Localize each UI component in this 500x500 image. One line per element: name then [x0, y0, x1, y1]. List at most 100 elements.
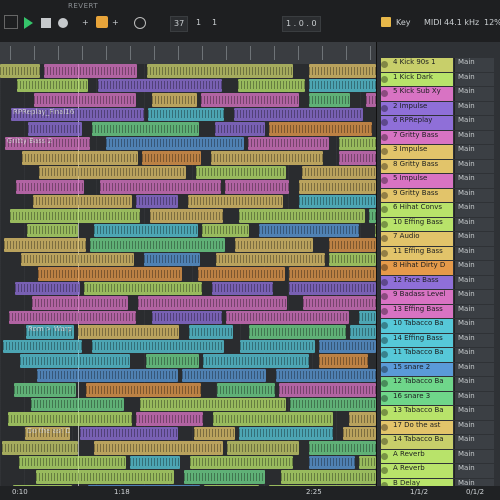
clip[interactable] — [78, 325, 179, 339]
clip[interactable] — [359, 455, 376, 469]
clip[interactable] — [130, 455, 180, 469]
track-activator-icon[interactable] — [381, 394, 388, 402]
track-header[interactable]: 16 snare 3 Main — [377, 391, 500, 405]
track-output-selector[interactable]: Main — [454, 145, 494, 159]
track-lane[interactable]: Gritty Bass 2 — [0, 136, 376, 150]
track-header[interactable]: 13 Effing Bass Main — [377, 304, 500, 318]
track-output-selector[interactable]: Main — [454, 130, 494, 144]
track-activator-icon[interactable] — [381, 75, 388, 83]
track-name[interactable]: 16 snare 3 — [381, 391, 453, 405]
track-header[interactable]: 6 Hihat Convs Main — [377, 203, 500, 217]
track-header[interactable]: 11 Effing Bass Main — [377, 246, 500, 260]
track-output-selector[interactable]: Main — [454, 449, 494, 463]
track-header[interactable]: 4 Kick 90s 1 Main — [377, 58, 500, 72]
clip[interactable] — [80, 426, 178, 440]
track-lane[interactable]: RPReplay_Final16 — [0, 107, 376, 121]
track-header[interactable]: 8 Hihat Dirty D Main — [377, 261, 500, 275]
track-output-selector[interactable]: Main — [454, 246, 494, 260]
track-output-selector[interactable]: Main — [454, 275, 494, 289]
clip[interactable]: Gritty Bass 2 — [5, 136, 90, 150]
clip[interactable] — [217, 383, 275, 397]
clip[interactable] — [142, 151, 201, 165]
track-header[interactable]: 8 Gritty Bass Main — [377, 159, 500, 173]
clip[interactable] — [189, 325, 233, 339]
track-output-selector[interactable]: Main — [454, 58, 494, 72]
track-output-selector[interactable]: Main — [454, 348, 494, 362]
track-name[interactable]: 11 Effing Bass — [381, 246, 453, 260]
track-output-selector[interactable]: Main — [454, 319, 494, 333]
clip[interactable] — [15, 281, 80, 295]
track-header[interactable]: 9 Gritty Bass Main — [377, 188, 500, 202]
track-header[interactable]: 9 Badass Level Main — [377, 290, 500, 304]
track-name[interactable]: 14 Effing Bass — [381, 333, 453, 347]
track-lane[interactable] — [0, 354, 376, 368]
clip[interactable] — [239, 426, 333, 440]
track-header[interactable]: A Reverb Main — [377, 464, 500, 478]
clip[interactable] — [290, 397, 376, 411]
clip[interactable] — [366, 93, 376, 107]
track-activator-icon[interactable] — [381, 380, 388, 387]
clip[interactable] — [302, 165, 376, 179]
track-output-selector[interactable]: Main — [454, 232, 494, 246]
track-lane[interactable]: Do the as! Do the as! Do the as! — [0, 426, 376, 440]
clip[interactable] — [17, 78, 88, 92]
clip[interactable] — [20, 354, 130, 368]
track-activator-icon[interactable] — [381, 322, 388, 329]
track-lane[interactable] — [0, 151, 376, 165]
clip[interactable] — [226, 310, 349, 324]
metronome-icon[interactable] — [134, 17, 146, 29]
track-output-selector[interactable]: Main — [454, 261, 494, 275]
clip[interactable] — [146, 354, 199, 368]
track-activator-icon[interactable] — [381, 148, 388, 155]
clip[interactable] — [36, 470, 174, 484]
clip[interactable] — [2, 441, 78, 455]
track-output-selector[interactable]: Main — [454, 116, 494, 130]
track-output-selector[interactable]: Main — [454, 362, 494, 376]
clip[interactable] — [152, 310, 222, 324]
track-output-selector[interactable]: Main — [454, 101, 494, 115]
clip[interactable] — [259, 223, 359, 237]
clip[interactable] — [319, 339, 376, 353]
track-lane[interactable] — [0, 238, 376, 252]
clip[interactable] — [198, 267, 285, 281]
clip[interactable] — [0, 64, 40, 78]
clip[interactable] — [106, 136, 244, 150]
track-lane[interactable] — [0, 383, 376, 397]
clip[interactable] — [14, 383, 76, 397]
track-activator-icon[interactable] — [381, 452, 388, 460]
track-lane[interactable] — [0, 267, 376, 281]
track-header[interactable]: 12 Face Bass Main — [377, 275, 500, 289]
clip[interactable] — [234, 107, 363, 121]
track-output-selector[interactable]: Main — [454, 188, 494, 202]
track-name[interactable]: 8 Gritty Bass — [381, 159, 453, 173]
track-header[interactable]: 14 Effing Bass Main — [377, 333, 500, 347]
track-activator-icon[interactable] — [381, 235, 388, 242]
track-name[interactable]: 7 Audio — [381, 232, 453, 246]
track-lane[interactable] — [0, 368, 376, 382]
clip[interactable] — [144, 252, 200, 266]
track-header[interactable]: 10 Tabacco Ba Main — [377, 319, 500, 333]
track-name[interactable]: 5 Impulse — [381, 174, 453, 188]
clip[interactable]: Rom > Warp Hihat in Rom > Warp Hihat — [26, 325, 74, 339]
clip[interactable] — [147, 64, 293, 78]
clip[interactable] — [92, 339, 224, 353]
track-activator-icon[interactable] — [381, 409, 388, 416]
clip[interactable] — [329, 238, 376, 252]
clip[interactable] — [21, 252, 134, 266]
track-output-selector[interactable]: Main — [454, 435, 494, 449]
clip[interactable] — [279, 383, 376, 397]
clip[interactable] — [235, 238, 313, 252]
track-activator-icon[interactable] — [381, 351, 388, 358]
track-output-selector[interactable]: Main — [454, 72, 494, 86]
track-output-selector[interactable]: Main — [454, 377, 494, 391]
clip[interactable] — [38, 267, 182, 281]
track-header[interactable]: 5 Impulse Main — [377, 174, 500, 188]
clip[interactable] — [216, 252, 325, 266]
clip[interactable] — [213, 412, 333, 426]
clip[interactable] — [152, 93, 197, 107]
clip[interactable] — [227, 441, 299, 455]
track-name[interactable]: 17 Do the ast — [381, 420, 453, 434]
track-output-selector[interactable]: Main — [454, 217, 494, 231]
track-output-selector[interactable]: Main — [454, 290, 494, 304]
track-lane[interactable] — [0, 310, 376, 324]
